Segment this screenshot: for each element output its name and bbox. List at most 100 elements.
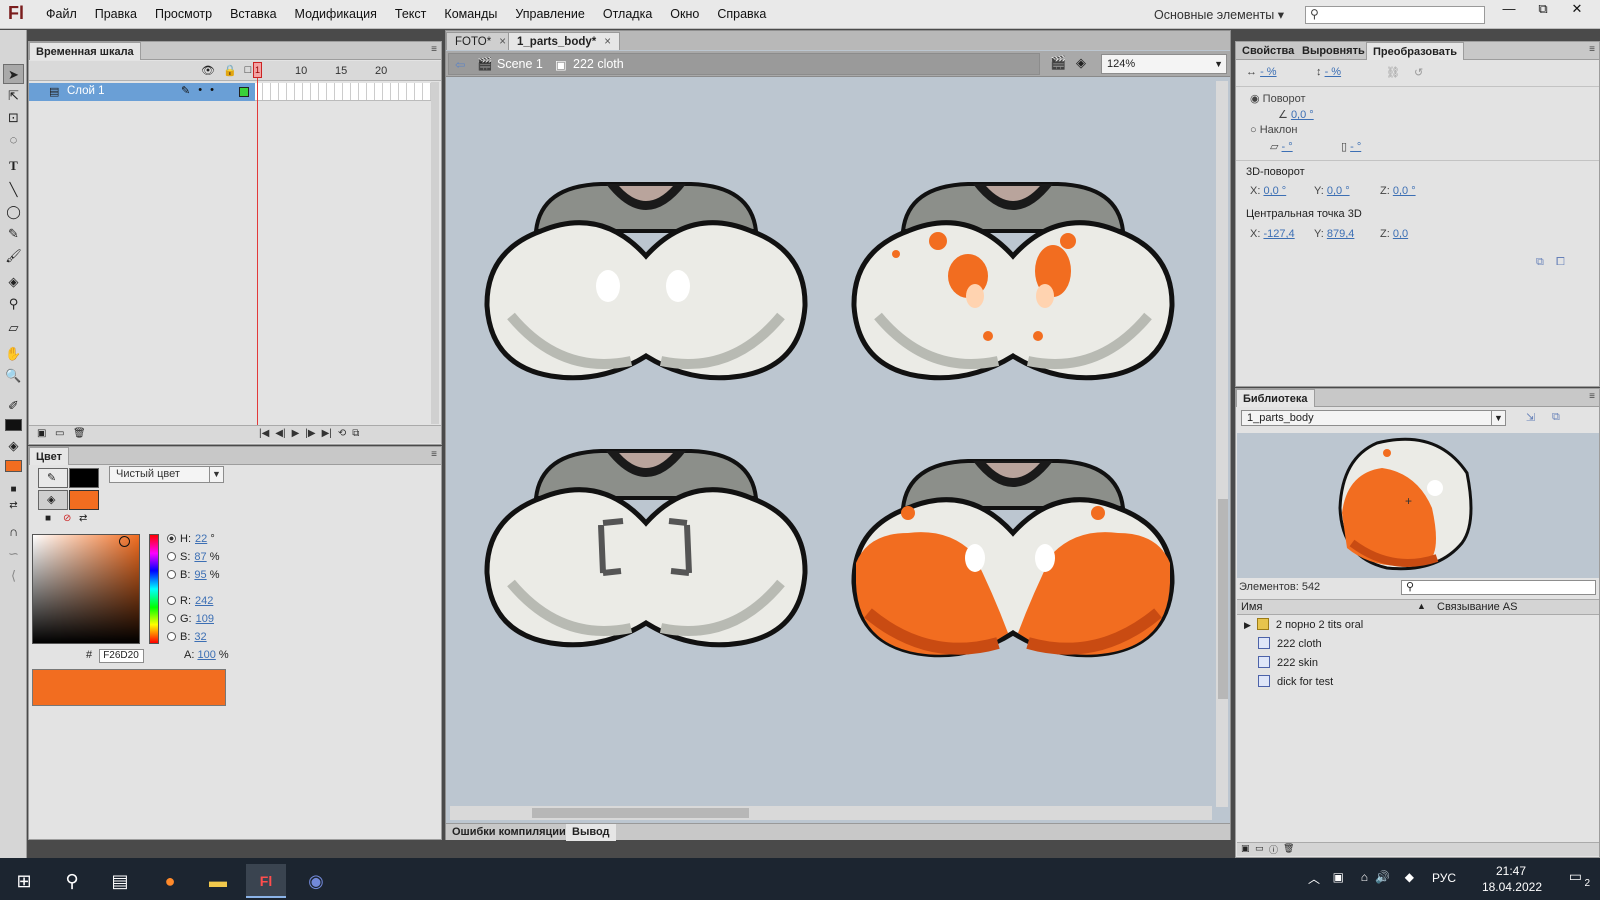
menu-debug[interactable]: Отладка bbox=[594, 7, 661, 21]
loop-icon[interactable]: ⟲ bbox=[338, 428, 346, 439]
skew-h-value[interactable]: - ° bbox=[1282, 141, 1293, 153]
onion-skin-icon[interactable]: ⧉ bbox=[352, 428, 359, 439]
menu-window[interactable]: Окно bbox=[661, 7, 708, 21]
scale-width-value[interactable]: - % bbox=[1260, 66, 1277, 78]
stroke-pencil-icon[interactable]: ✎ bbox=[38, 468, 68, 488]
scale-height-value[interactable]: - % bbox=[1325, 66, 1342, 78]
artwork-plain[interactable] bbox=[481, 176, 811, 391]
library-document-select[interactable]: 1_parts_body ▼ bbox=[1241, 410, 1506, 426]
saturation-value[interactable]: 87 bbox=[194, 551, 206, 563]
prev-frame-icon[interactable]: ◀| bbox=[275, 428, 285, 439]
artwork-marked[interactable] bbox=[481, 443, 811, 658]
menu-control[interactable]: Управление bbox=[506, 7, 594, 21]
animate-app-icon[interactable]: Fl bbox=[246, 864, 286, 898]
stroke-color-icon[interactable]: ✐ bbox=[3, 396, 24, 416]
menu-insert[interactable]: Вставка bbox=[221, 7, 285, 21]
rotate-option[interactable]: ◉ Поворот bbox=[1250, 92, 1306, 105]
swap-colors-icon[interactable]: ⇄ bbox=[79, 513, 87, 524]
play-icon[interactable]: ▶ bbox=[292, 428, 300, 439]
red-radio[interactable] bbox=[167, 596, 176, 605]
breadcrumb-symbol[interactable]: 222 cloth bbox=[573, 57, 624, 71]
fill-color-swatch[interactable] bbox=[5, 460, 22, 472]
restore-button[interactable]: ⧉ bbox=[1526, 0, 1560, 20]
smooth-icon[interactable]: ∽ bbox=[3, 544, 24, 564]
blue-field[interactable]: B: 32 bbox=[167, 631, 207, 643]
radio-off-icon[interactable]: ○ bbox=[1250, 124, 1257, 136]
lasso-tool-icon[interactable]: ◌ bbox=[3, 130, 24, 150]
library-search-input[interactable]: ⚲ bbox=[1401, 580, 1596, 595]
delete-icon[interactable]: 🗑 bbox=[1283, 843, 1294, 854]
dot-icon[interactable]: • bbox=[198, 84, 202, 97]
stage-horizontal-scroll-thumb[interactable] bbox=[532, 808, 749, 818]
windows-start-icon[interactable]: ⊞ bbox=[4, 864, 44, 898]
constrain-link-icon[interactable]: ⛓ bbox=[1386, 66, 1400, 79]
pencil-tool-icon[interactable]: ✎ bbox=[3, 224, 24, 244]
alpha-value[interactable]: 100 bbox=[197, 649, 215, 661]
color-type-select[interactable]: Чистый цвет ▼ bbox=[109, 466, 224, 483]
tab-compiler-errors[interactable]: Ошибки компиляции bbox=[446, 824, 572, 841]
sort-up-icon[interactable]: ▲ bbox=[1417, 601, 1426, 611]
reset-transform-icon[interactable]: ⧠ bbox=[1556, 256, 1565, 269]
menu-text[interactable]: Текст bbox=[386, 7, 435, 21]
search-icon[interactable]: ⚲ bbox=[52, 864, 92, 898]
eraser-tool-icon[interactable]: ▱ bbox=[3, 318, 24, 338]
first-frame-icon[interactable]: |◀ bbox=[259, 428, 269, 439]
saturation-brightness-picker[interactable] bbox=[32, 534, 140, 644]
tab-library[interactable]: Библиотека bbox=[1236, 389, 1315, 407]
chevron-up-icon[interactable]: ︿ bbox=[1308, 870, 1320, 887]
col-linkage[interactable]: Связывание AS bbox=[1437, 601, 1517, 613]
layer-row[interactable]: ▤ Слой 1 ✎ • • bbox=[29, 83, 255, 101]
hue-radio[interactable] bbox=[167, 534, 176, 543]
help-search-input[interactable]: ⚲ bbox=[1305, 6, 1485, 24]
new-library-panel-icon[interactable]: ⧉ bbox=[1552, 411, 1560, 424]
network-icon[interactable]: ⌂ bbox=[1361, 870, 1368, 884]
free-transform-tool-icon[interactable]: ⊡ bbox=[3, 108, 24, 128]
next-frame-icon[interactable]: |▶ bbox=[305, 428, 315, 439]
black-white-icon[interactable]: ■ bbox=[45, 513, 51, 524]
properties-icon[interactable]: ⓘ bbox=[1269, 843, 1278, 856]
tab-properties[interactable]: Свойства bbox=[1236, 42, 1300, 60]
outline-icon[interactable]: □ bbox=[245, 64, 252, 77]
center-3d-y-value[interactable]: 879,4 bbox=[1327, 228, 1355, 240]
brush-tool-icon[interactable]: 🖌 bbox=[3, 246, 24, 266]
tab-document-parts-body[interactable]: 1_parts_body* × bbox=[508, 32, 620, 50]
saturation-field[interactable]: S: 87 % bbox=[167, 551, 220, 563]
menu-view[interactable]: Просмотр bbox=[146, 7, 221, 21]
stroke-color-swatch[interactable] bbox=[5, 419, 22, 431]
playhead[interactable]: 1 bbox=[253, 62, 262, 78]
menu-help[interactable]: Справка bbox=[708, 7, 775, 21]
tab-transform[interactable]: Преобразовать bbox=[1366, 42, 1465, 60]
new-symbol-icon[interactable]: ▣ bbox=[1241, 843, 1250, 854]
panel-menu-icon[interactable]: ≡ bbox=[431, 44, 437, 55]
stroke-color-box[interactable] bbox=[69, 468, 99, 488]
edit-scene-icon[interactable]: 🎬 bbox=[1050, 55, 1066, 71]
file-explorer-icon[interactable]: ▬ bbox=[198, 864, 238, 898]
lock-icon[interactable]: 🔒 bbox=[223, 64, 237, 77]
tab-document-foto[interactable]: FOTO* × bbox=[446, 32, 515, 50]
snap-magnet-icon[interactable]: ∩ bbox=[3, 522, 24, 542]
rotate-value[interactable]: 0,0 ° bbox=[1291, 109, 1314, 121]
delete-layer-icon[interactable]: 🗑 bbox=[73, 428, 86, 439]
new-folder-icon[interactable]: ▭ bbox=[1255, 843, 1264, 854]
tab-align[interactable]: Выровнять bbox=[1296, 42, 1371, 60]
close-button[interactable]: ✕ bbox=[1560, 0, 1594, 20]
library-item[interactable]: 222 cloth bbox=[1258, 637, 1322, 650]
center-3d-z-value[interactable]: 0,0 bbox=[1393, 228, 1408, 240]
green-radio[interactable] bbox=[167, 614, 176, 623]
breadcrumb-scene[interactable]: Scene 1 bbox=[497, 57, 543, 71]
menu-modify[interactable]: Модификация bbox=[286, 7, 386, 21]
no-color-icon[interactable]: ⊘ bbox=[63, 513, 71, 524]
clock-time[interactable]: 21:47 bbox=[1496, 864, 1526, 878]
library-item[interactable]: 222 skin bbox=[1258, 656, 1318, 669]
hue-field[interactable]: H: 22 ° bbox=[167, 533, 215, 545]
radio-on-icon[interactable]: ◉ bbox=[1250, 93, 1260, 105]
last-frame-icon[interactable]: ▶| bbox=[322, 428, 332, 439]
brightness-radio[interactable] bbox=[167, 570, 176, 579]
stage-vertical-scroll-thumb[interactable] bbox=[1218, 499, 1228, 699]
brightness-value[interactable]: 95 bbox=[194, 569, 206, 581]
blue-radio[interactable] bbox=[167, 632, 176, 641]
library-item[interactable]: dick for test bbox=[1258, 675, 1333, 688]
rotate-3d-z-value[interactable]: 0,0 ° bbox=[1393, 185, 1416, 197]
skew-v-value[interactable]: - ° bbox=[1350, 141, 1361, 153]
subselection-tool-icon[interactable]: ⇱ bbox=[3, 86, 24, 106]
